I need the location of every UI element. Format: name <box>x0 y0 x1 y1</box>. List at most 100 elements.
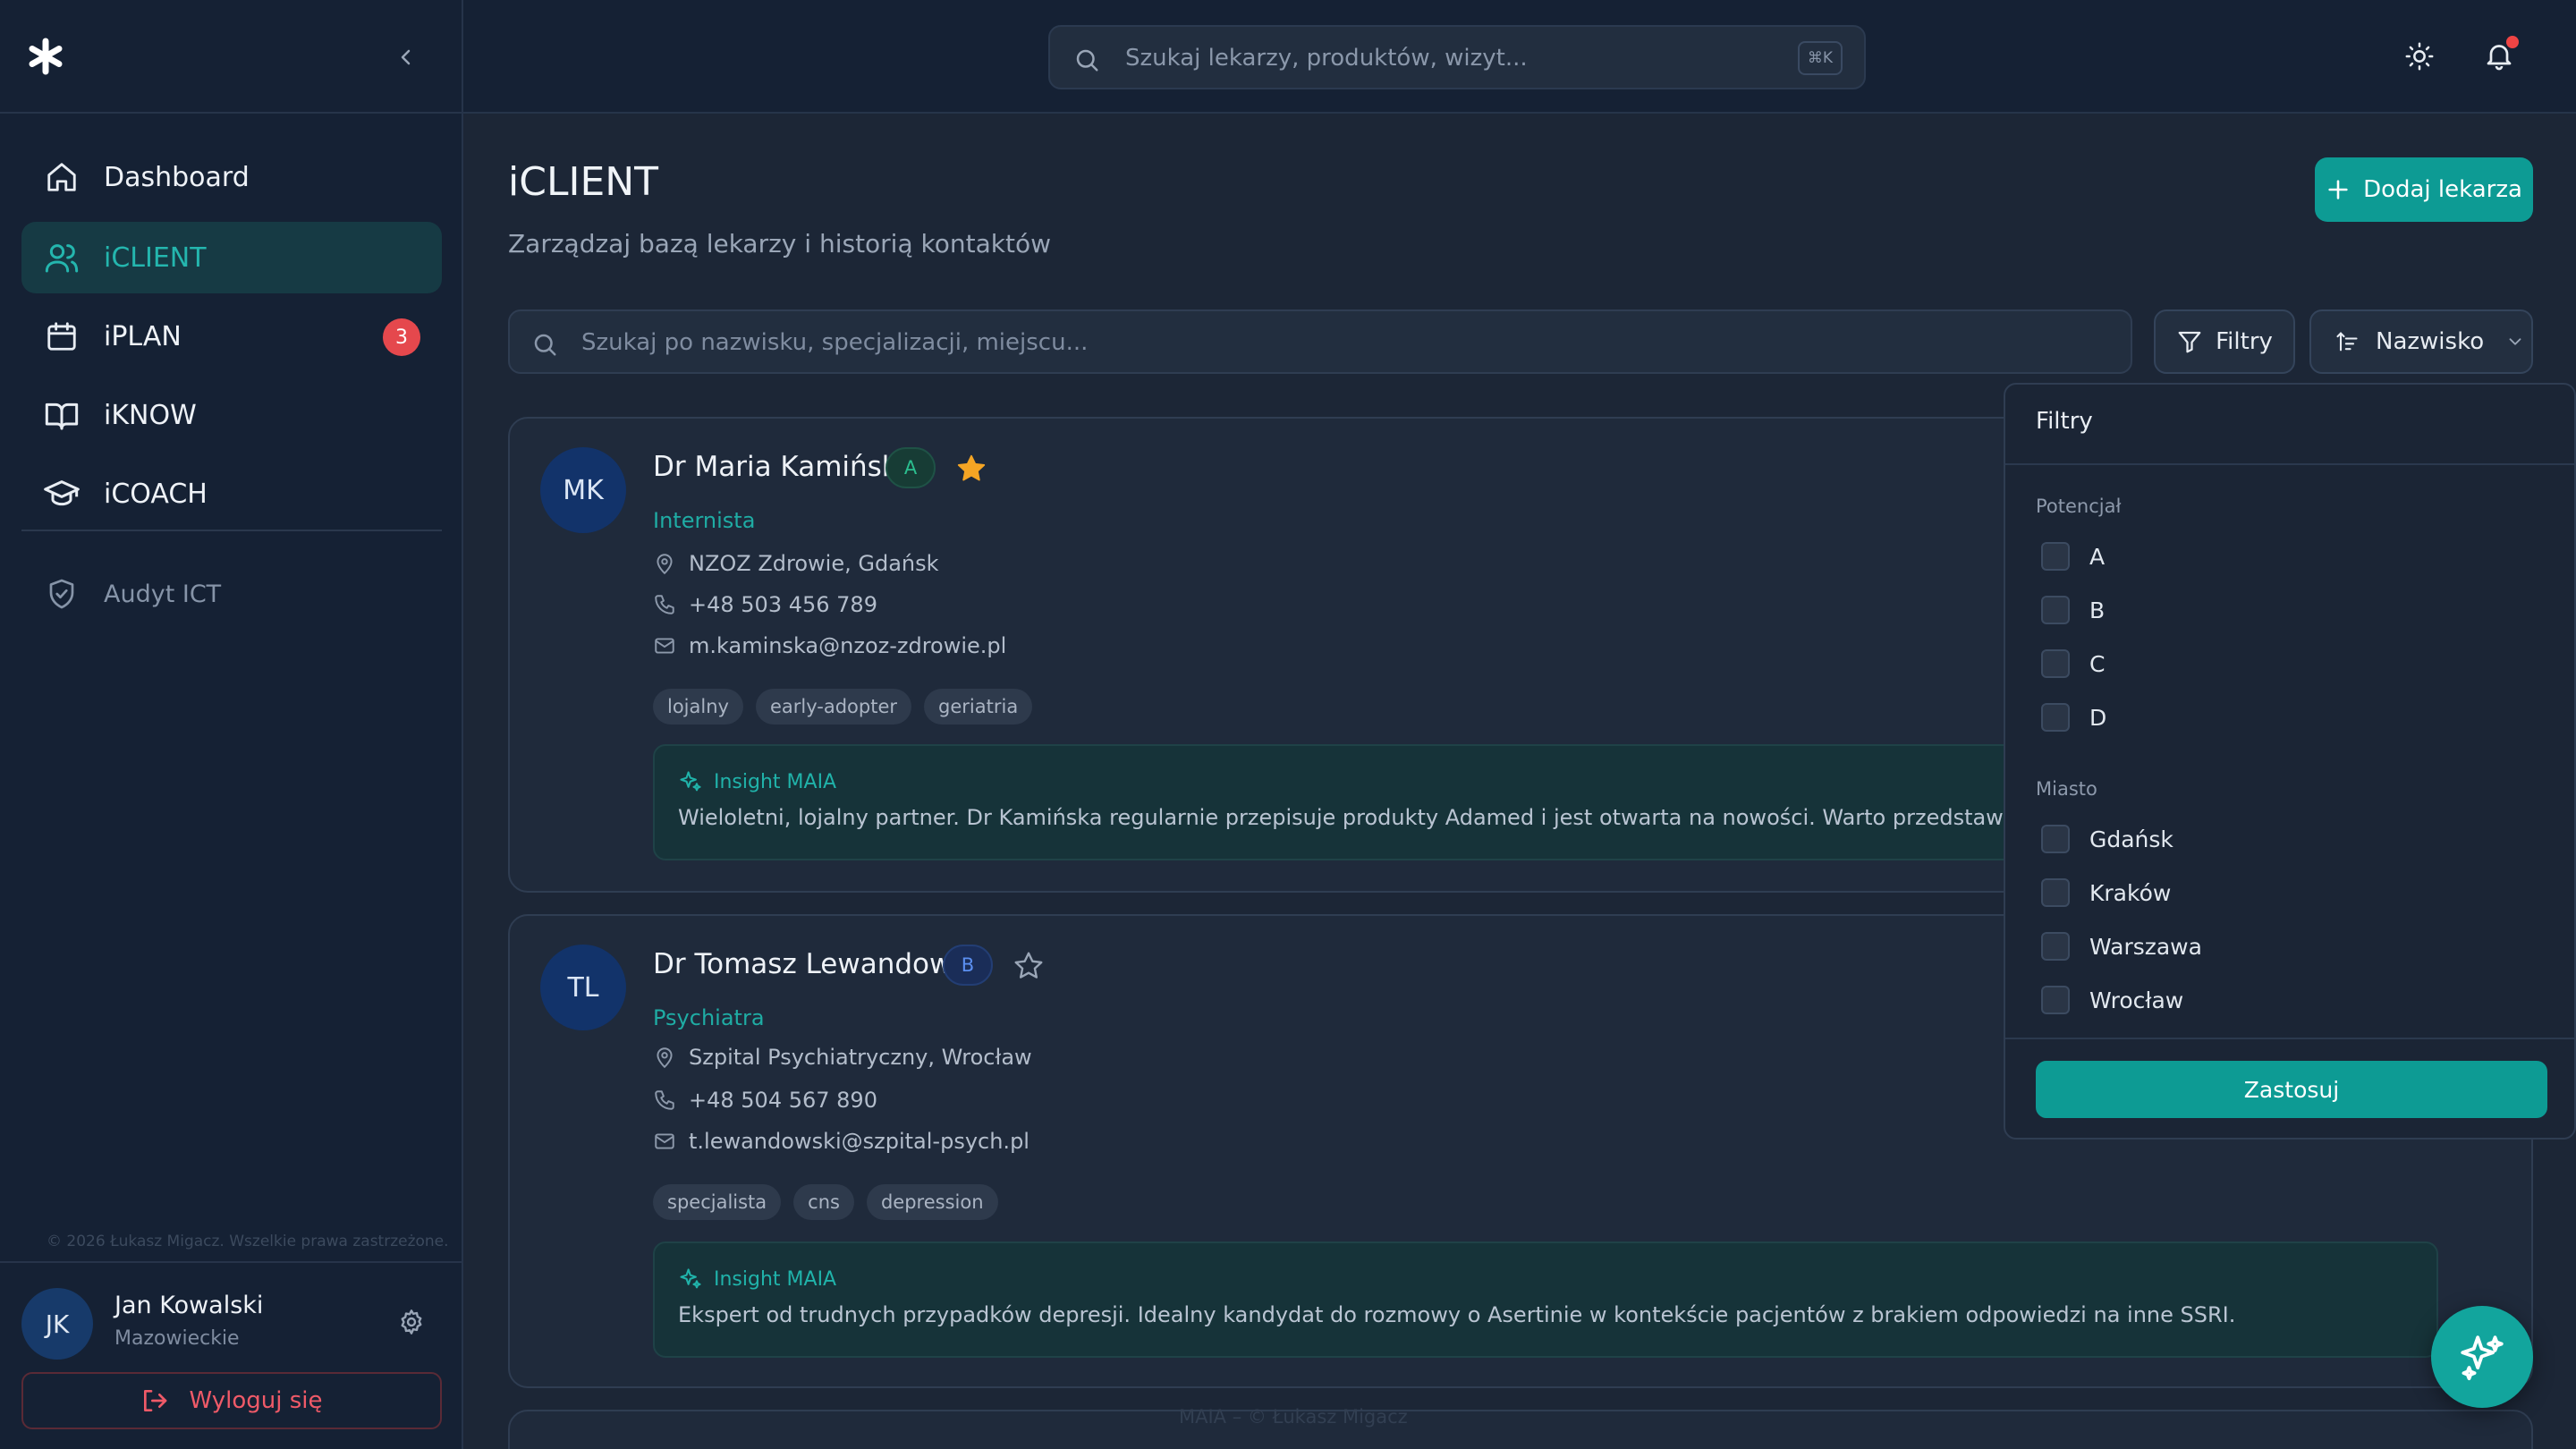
sidebar-item-label: Dashboard <box>104 161 250 193</box>
doctor-phone[interactable]: +48 504 567 890 <box>653 1088 877 1113</box>
doctor-phone[interactable]: +48 503 456 789 <box>653 592 877 617</box>
potential-badge: B <box>943 945 993 986</box>
logout-icon <box>144 1390 167 1411</box>
option-label: B <box>2089 597 2106 623</box>
calendar-icon <box>43 318 80 355</box>
notification-count-badge: 3 <box>383 318 420 356</box>
doctor-search-input[interactable]: Szukaj po nazwisku, specjalizacji, miejs… <box>508 309 2132 374</box>
map-pin-icon <box>657 1047 673 1069</box>
sparkles-icon <box>680 771 701 792</box>
search-icon <box>1073 47 1100 73</box>
maia-insight-box: Insight MAIA Ekspert od trudnych przypad… <box>653 1241 2438 1358</box>
option-label: Gdańsk <box>2089 826 2174 852</box>
doctor-name[interactable]: Dr Maria Kamińska <box>653 451 914 483</box>
add-doctor-button[interactable]: Dodaj lekarza <box>2315 157 2533 222</box>
chevron-down-icon <box>2509 338 2521 345</box>
filter-option-potential-d[interactable]: D <box>2041 703 2106 732</box>
checkbox[interactable] <box>2041 986 2070 1014</box>
divider <box>2005 463 2574 465</box>
sidebar-item-label: Audyt ICT <box>104 580 222 608</box>
star-outline-icon[interactable] <box>1013 950 1045 982</box>
filter-option-potential-a[interactable]: A <box>2041 542 2105 571</box>
filter-option-potential-b[interactable]: B <box>2041 596 2105 624</box>
tag: specjalista <box>653 1184 782 1220</box>
ai-assistant-button[interactable] <box>2431 1306 2533 1408</box>
filter-option-city-wroclaw[interactable]: Wrocław <box>2041 986 2183 1014</box>
checkbox[interactable] <box>2041 878 2070 907</box>
users-icon <box>43 239 80 276</box>
sidebar-item-label: iCLIENT <box>104 242 207 274</box>
collapse-sidebar-chevron-icon[interactable] <box>394 45 419 70</box>
sort-label: Nazwisko <box>2376 328 2485 355</box>
doctor-email[interactable]: m.kaminska@nzoz-zdrowie.pl <box>653 633 1006 658</box>
doctor-location: Szpital Psychiatryczny, Wrocław <box>653 1045 1032 1070</box>
sidebar-item-icoach[interactable]: iCOACH <box>21 458 442 530</box>
insight-text: Wieloletni, lojalny partner. Dr Kamińska… <box>678 805 2234 830</box>
checkbox[interactable] <box>2041 596 2070 624</box>
global-search-input[interactable]: Szukaj lekarzy, produktów, wizyt... ⌘K <box>1048 25 1866 89</box>
filter-option-potential-c[interactable]: C <box>2041 649 2105 678</box>
option-label: Wrocław <box>2089 987 2184 1013</box>
shield-check-icon <box>43 575 80 613</box>
page-title: iCLIENT <box>508 159 659 205</box>
apply-filters-button[interactable]: Zastosuj <box>2036 1061 2547 1118</box>
sidebar-item-label: iKNOW <box>104 399 197 431</box>
checkbox[interactable] <box>2041 542 2070 571</box>
sidebar-item-iknow[interactable]: iKNOW <box>21 379 442 451</box>
sidebar-item-iclient[interactable]: iCLIENT <box>21 222 442 293</box>
logout-button[interactable]: Wyloguj się <box>21 1372 442 1429</box>
tag: cns <box>793 1184 854 1220</box>
option-label: C <box>2089 650 2106 677</box>
email-text: m.kaminska@nzoz-zdrowie.pl <box>689 633 1007 658</box>
sidebar-divider <box>21 530 442 531</box>
filter-option-city-krakow[interactable]: Kraków <box>2041 878 2171 907</box>
sort-select[interactable]: Nazwisko <box>2309 309 2533 374</box>
sort-ascending-icon <box>2336 332 2358 352</box>
star-filled-icon[interactable] <box>955 453 987 485</box>
filters-button[interactable]: Filtry <box>2154 309 2295 374</box>
checkbox[interactable] <box>2041 932 2070 961</box>
gear-icon[interactable] <box>397 1308 426 1336</box>
doctor-name[interactable]: Dr Tomasz Lewandowski <box>653 948 990 980</box>
add-doctor-label: Dodaj lekarza <box>2363 176 2522 203</box>
checkbox[interactable] <box>2041 825 2070 853</box>
insight-title-label: Insight MAIA <box>714 770 837 793</box>
user-panel: JK Jan Kowalski Mazowieckie Wyloguj się <box>0 1261 463 1449</box>
filter-option-city-warszawa[interactable]: Warszawa <box>2041 932 2202 961</box>
home-icon <box>43 158 80 196</box>
footer-text: MAIA – © Łukasz Migacz <box>1179 1406 1408 1428</box>
avatar: TL <box>540 945 626 1030</box>
doctor-specialty: Psychiatra <box>653 1005 765 1030</box>
search-icon <box>531 331 558 358</box>
tag: depression <box>866 1184 998 1220</box>
option-label: A <box>2089 543 2106 570</box>
sidebar-item-label: iCOACH <box>104 478 208 510</box>
option-label: D <box>2089 704 2107 731</box>
top-bar: Szukaj lekarzy, produktów, wizyt... ⌘K <box>463 0 2576 114</box>
checkbox[interactable] <box>2041 649 2070 678</box>
mail-icon <box>655 1133 674 1149</box>
city-section-label: Miasto <box>2036 778 2097 800</box>
doctor-card[interactable] <box>508 1410 2533 1449</box>
copyright-text: © 2026 Łukasz Migacz. Wszelkie prawa zas… <box>47 1233 449 1250</box>
asterisk-logo-icon[interactable] <box>27 38 64 75</box>
theme-toggle-sun-icon[interactable] <box>2404 41 2435 72</box>
tag: early-adopter <box>755 689 912 724</box>
filters-dropdown: Filtry Potencjał A B C D Miasto Gdańsk K… <box>2004 383 2576 1140</box>
graduation-cap-icon <box>43 475 80 513</box>
sidebar-item-dashboard[interactable]: Dashboard <box>21 141 442 213</box>
divider <box>2005 1038 2574 1039</box>
book-icon <box>43 396 80 434</box>
sidebar-header <box>0 0 463 114</box>
filter-option-city-gdansk[interactable]: Gdańsk <box>2041 825 2174 853</box>
doctor-location: NZOZ Zdrowie, Gdańsk <box>653 551 939 576</box>
sidebar-item-iplan[interactable]: iPLAN 3 <box>21 301 442 372</box>
sparkles-icon <box>680 1268 701 1289</box>
doctor-email[interactable]: t.lewandowski@szpital-psych.pl <box>653 1129 1030 1154</box>
page-subtitle: Zarządzaj bazą lekarzy i historią kontak… <box>508 229 1051 258</box>
sidebar-item-audyt-ict[interactable]: Audyt ICT <box>21 558 442 630</box>
avatar[interactable]: JK <box>21 1288 93 1360</box>
map-pin-icon <box>657 554 673 575</box>
checkbox[interactable] <box>2041 703 2070 732</box>
phone-icon <box>655 1090 674 1110</box>
